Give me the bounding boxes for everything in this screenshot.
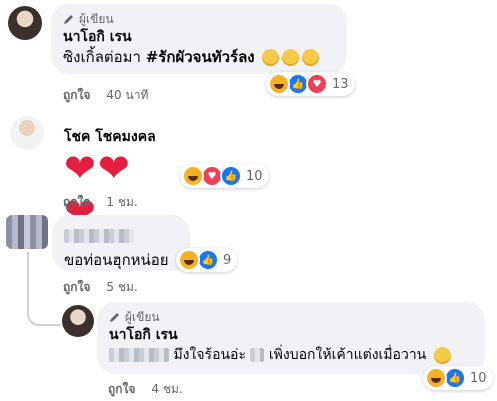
haha-reaction-icon (268, 73, 290, 95)
like-button[interactable]: ถูกใจ (63, 193, 90, 212)
redacted-mention (109, 348, 169, 362)
thread-line (27, 298, 61, 326)
comment-text: ขอท่อนฮุกหน่อย (64, 251, 169, 269)
emoji-icon (282, 49, 300, 66)
comment-bubble: โชค โชคมงคล ❤❤❤ (52, 120, 176, 234)
haha-reaction-icon (178, 249, 200, 271)
comment-actions: ถูกใจ 4 ชม. (108, 380, 183, 399)
commenter-name[interactable]: นาโอกิ เรน (63, 28, 335, 46)
laughing-emoji-icon (433, 346, 451, 364)
author-badge-label: ผู้เขียน (125, 309, 160, 324)
reaction-count: 13 (332, 76, 349, 92)
redacted-name (64, 228, 134, 243)
timestamp[interactable]: 4 ชม. (151, 380, 182, 399)
like-button[interactable]: ถูกใจ (63, 86, 90, 105)
like-button[interactable]: ถูกใจ (108, 380, 135, 399)
reaction-summary[interactable]: 👍 10 (423, 366, 493, 390)
hashtag-link[interactable]: #รักผัวจนทัวร์ลง (146, 48, 255, 66)
like-reaction-icon: 👍 (197, 249, 219, 271)
reaction-summary[interactable]: 👍 ♥ 13 (266, 72, 355, 96)
haha-reaction-icon (425, 367, 447, 389)
comment-text: ซิงเกิ้ลต่อมา #รักผัวจนทัวร์ลง (63, 46, 335, 68)
emoji-icon (262, 49, 280, 66)
comment-text-part: เพิ่งบอกให้เค้าแต่งเมื่อวาน (268, 347, 427, 363)
author-badge-label: ผู้เขียน (79, 11, 114, 26)
laughing-emoji-icon (302, 49, 320, 66)
comment-actions: ถูกใจ 5 ชม. (63, 278, 138, 297)
comment-text: มึงใจร้อนอ่ะ เพิ่งบอกให้เค้าแต่งเมื่อวาน (109, 344, 473, 366)
timestamp[interactable]: 1 ชม. (106, 193, 137, 212)
like-reaction-icon: 👍 (220, 165, 242, 187)
reaction-count: 9 (223, 252, 232, 268)
comment-bubble: ผู้เขียน นาโอกิ เรน ซิงเกิ้ลต่อมา #รักผั… (51, 4, 347, 74)
author-badge: ผู้เขียน (63, 12, 335, 26)
reaction-summary[interactable]: ♥ 👍 10 (180, 164, 269, 188)
redacted-mention (250, 348, 265, 362)
comment-actions: ถูกใจ 1 ชม. (63, 193, 138, 212)
avatar[interactable] (8, 6, 42, 40)
avatar[interactable] (10, 116, 44, 150)
timestamp[interactable]: 40 นาที (106, 86, 148, 105)
like-reaction-icon: 👍 (444, 367, 466, 389)
timestamp[interactable]: 5 ชม. (106, 278, 137, 297)
pen-icon (110, 313, 119, 322)
reaction-count: 10 (246, 168, 263, 184)
author-badge: ผู้เขียน (109, 310, 473, 324)
haha-reaction-icon (182, 165, 204, 187)
like-button[interactable]: ถูกใจ (63, 278, 90, 297)
avatar[interactable] (62, 305, 94, 337)
avatar[interactable] (6, 215, 48, 249)
comment-bubble: ผู้เขียน นาโอกิ เรน มึงใจร้อนอ่ะ เพิ่งบอ… (97, 302, 485, 374)
pen-icon (64, 15, 73, 24)
comment-bubble: ขอท่อนฮุกหน่อย (52, 215, 190, 271)
commenter-name-redacted[interactable] (64, 225, 178, 243)
love-reaction-icon: ♥ (306, 73, 328, 95)
reaction-count: 10 (470, 370, 487, 386)
comment-text-body: ซิงเกิ้ลต่อมา (63, 48, 146, 66)
comment-actions: ถูกใจ 40 นาที (63, 86, 148, 105)
reaction-summary[interactable]: 👍 9 (176, 248, 238, 272)
comment-text-part: มึงใจร้อนอ่ะ (173, 347, 246, 363)
commenter-name[interactable]: โชค โชคมงคล (64, 128, 164, 146)
commenter-name[interactable]: นาโอกิ เรน (109, 326, 473, 344)
